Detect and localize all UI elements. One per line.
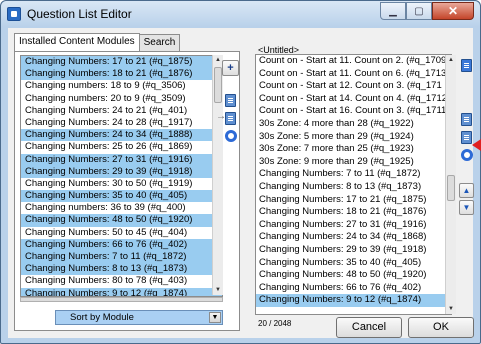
tab-installed-content-modules[interactable]: Installed Content Modules bbox=[14, 33, 140, 51]
arrow-up-icon: ▲ bbox=[462, 186, 471, 195]
scroll-down-icon[interactable]: ▼ bbox=[446, 304, 456, 314]
list-item[interactable]: Changing numbers: 18 to 9 (#q_3506) bbox=[21, 80, 222, 92]
list-item[interactable]: Changing Numbers: 66 to 76 (#q_402) bbox=[256, 282, 451, 295]
list-item[interactable]: Changing Numbers: 18 to 21 (#q_1876) bbox=[256, 206, 451, 219]
add-all-button[interactable] bbox=[224, 129, 237, 143]
list-item[interactable]: Count on - Start at 12. Count on 3. (#q_… bbox=[256, 80, 451, 93]
list-item[interactable]: Changing Numbers: 9 to 12 (#q_1874) bbox=[21, 287, 222, 296]
add-selected-button[interactable] bbox=[224, 111, 237, 125]
move-up-button[interactable]: ▲ bbox=[459, 183, 474, 198]
list-item[interactable]: 30s Zone: 5 more than 29 (#q_1924) bbox=[256, 131, 451, 144]
cancel-button[interactable]: Cancel bbox=[336, 317, 402, 338]
scroll-thumb[interactable] bbox=[447, 175, 455, 201]
delete-button[interactable] bbox=[460, 58, 473, 72]
list-item[interactable]: Changing Numbers: 29 to 39 (#q_1918) bbox=[21, 165, 222, 178]
question-list[interactable]: Count on - Start at 11. Count on 2. (#q_… bbox=[255, 54, 452, 315]
list-item[interactable]: Changing Numbers: 50 to 45 (#q_404) bbox=[21, 227, 222, 239]
scroll-up-icon[interactable]: ▲ bbox=[446, 55, 456, 65]
ring-icon bbox=[224, 130, 237, 142]
list-item[interactable]: Changing Numbers: 25 to 26 (#q_1869) bbox=[21, 141, 222, 153]
maximize-button[interactable]: ▢ bbox=[406, 2, 432, 20]
minimize-button[interactable]: ▁ bbox=[380, 2, 406, 20]
list-item[interactable]: Changing Numbers: 66 to 76 (#q_402) bbox=[21, 238, 222, 251]
title-bar[interactable]: Question List Editor ▁ ▢ ✕ bbox=[1, 1, 480, 27]
list-item[interactable]: 30s Zone: 9 more than 29 (#q_1925) bbox=[256, 156, 451, 169]
list-item[interactable]: Changing Numbers: 35 to 40 (#q_405) bbox=[21, 190, 222, 203]
list-item[interactable]: Changing numbers: 20 to 9 (#q_3509) bbox=[21, 93, 222, 105]
document-icon bbox=[225, 93, 236, 107]
installed-modules-panel: Changing Numbers: 17 to 21 (#q_1875) Chan… bbox=[14, 51, 240, 331]
copy-button[interactable] bbox=[460, 112, 473, 126]
list-item[interactable]: Count on - Start at 11. Count on 2. (#q_… bbox=[256, 55, 451, 68]
list-item[interactable]: 30s Zone: 4 more than 28 (#q_1922) bbox=[256, 118, 451, 131]
documents-icon bbox=[225, 111, 236, 125]
app-icon bbox=[7, 7, 21, 21]
list-item[interactable]: Changing numbers: 36 to 39 (#q_400) bbox=[21, 202, 222, 214]
list-item[interactable]: Changing Numbers: 24 to 34 (#q_1888) bbox=[21, 129, 222, 142]
available-list-scrollbar[interactable]: ▲ ▼ bbox=[212, 55, 223, 295]
close-icon: ✕ bbox=[447, 4, 459, 18]
scroll-down-icon[interactable]: ▼ bbox=[213, 285, 223, 295]
list-item[interactable]: 30s Zone: 7 more than 25 (#q_1923) bbox=[256, 143, 451, 156]
tab-bar: Installed Content Modules Search bbox=[14, 33, 181, 51]
available-list-horizontal-scrollbar[interactable] bbox=[20, 297, 223, 302]
list-item[interactable]: Changing Numbers: 8 to 13 (#q_1873) bbox=[21, 263, 222, 276]
add-icon: + bbox=[227, 62, 234, 74]
list-item[interactable]: Changing Numbers: 48 to 50 (#q_1920) bbox=[256, 269, 451, 282]
list-item[interactable]: Changing Numbers: 29 to 39 (#q_1918) bbox=[256, 244, 451, 257]
arrow-down-icon: ▼ bbox=[462, 203, 471, 212]
list-item[interactable]: Changing Numbers: 27 to 31 (#q_1916) bbox=[21, 153, 222, 166]
list-item[interactable]: Changing Numbers: 8 to 13 (#q_1873) bbox=[256, 181, 451, 194]
move-down-button[interactable]: ▼ bbox=[459, 200, 474, 215]
question-list-scrollbar[interactable]: ▲ ▼ bbox=[445, 55, 456, 314]
documents-icon bbox=[461, 130, 472, 144]
add-button[interactable]: + bbox=[222, 60, 239, 76]
window-title: Question List Editor bbox=[27, 7, 132, 21]
list-item[interactable]: Changing Numbers: 24 to 34 (#q_1868) bbox=[256, 231, 451, 244]
list-item[interactable]: Changing Numbers: 30 to 50 (#q_1919) bbox=[21, 178, 222, 190]
close-button[interactable]: ✕ bbox=[432, 2, 474, 20]
chevron-down-icon[interactable]: ▼ bbox=[209, 312, 221, 323]
window-controls: ▁ ▢ ✕ bbox=[380, 2, 474, 20]
list-item[interactable]: Changing Numbers: 27 to 31 (#q_1916) bbox=[256, 219, 451, 232]
list-item[interactable]: Changing Numbers: 18 to 21 (#q_1876) bbox=[21, 68, 222, 81]
dialog-body: Installed Content Modules Search Changin… bbox=[8, 28, 474, 338]
minimize-icon: ▁ bbox=[389, 5, 397, 17]
list-item[interactable]: Changing Numbers: 17 to 21 (#q_1875) bbox=[256, 194, 451, 207]
available-questions-list[interactable]: Changing Numbers: 17 to 21 (#q_1875) Chan… bbox=[20, 55, 223, 297]
tab-search[interactable]: Search bbox=[138, 34, 181, 51]
question-count: 20 / 2048 bbox=[258, 319, 292, 328]
trash-icon bbox=[461, 58, 472, 72]
list-item[interactable]: Count on - Start at 16. Count on 3. (#q_… bbox=[256, 105, 451, 118]
list-item[interactable]: Changing Numbers: 48 to 50 (#q_1920) bbox=[21, 214, 222, 227]
add-document-button[interactable] bbox=[224, 93, 237, 107]
scroll-thumb[interactable] bbox=[214, 67, 222, 103]
list-item[interactable]: Changing Numbers: 7 to 11 (#q_1872) bbox=[21, 251, 222, 264]
sort-dropdown[interactable]: Sort by Module ▼ bbox=[55, 310, 223, 325]
red-pointer-icon bbox=[472, 139, 481, 151]
list-item[interactable]: Count on - Start at 11. Count on 6. (#q_… bbox=[256, 68, 451, 81]
list-item[interactable]: Changing Numbers: 24 to 28 (#q_1917) bbox=[21, 117, 222, 129]
list-item[interactable]: Changing Numbers: 7 to 11 (#q_1872) bbox=[256, 168, 451, 181]
list-item[interactable]: Count on - Start at 14. Count on 4. (#q_… bbox=[256, 93, 451, 106]
document-icon bbox=[461, 112, 472, 126]
list-item[interactable]: Changing Numbers: 80 to 78 (#q_403) bbox=[21, 275, 222, 287]
list-item[interactable]: Changing Numbers: 24 to 21 (#q_401) bbox=[21, 105, 222, 117]
ring-icon bbox=[460, 149, 473, 161]
list-item[interactable]: Changing Numbers: 17 to 21 (#q_1875) bbox=[21, 56, 222, 69]
sort-dropdown-value: Sort by Module bbox=[70, 312, 134, 323]
list-item[interactable]: Changing Numbers: 9 to 12 (#q_1874) bbox=[256, 294, 451, 307]
ok-button[interactable]: OK bbox=[408, 317, 474, 338]
maximize-icon: ▢ bbox=[414, 5, 424, 17]
list-item[interactable]: Changing Numbers: 35 to 40 (#q_405) bbox=[256, 257, 451, 270]
question-list-editor-window: Question List Editor ▁ ▢ ✕ Installed Con… bbox=[0, 0, 481, 344]
